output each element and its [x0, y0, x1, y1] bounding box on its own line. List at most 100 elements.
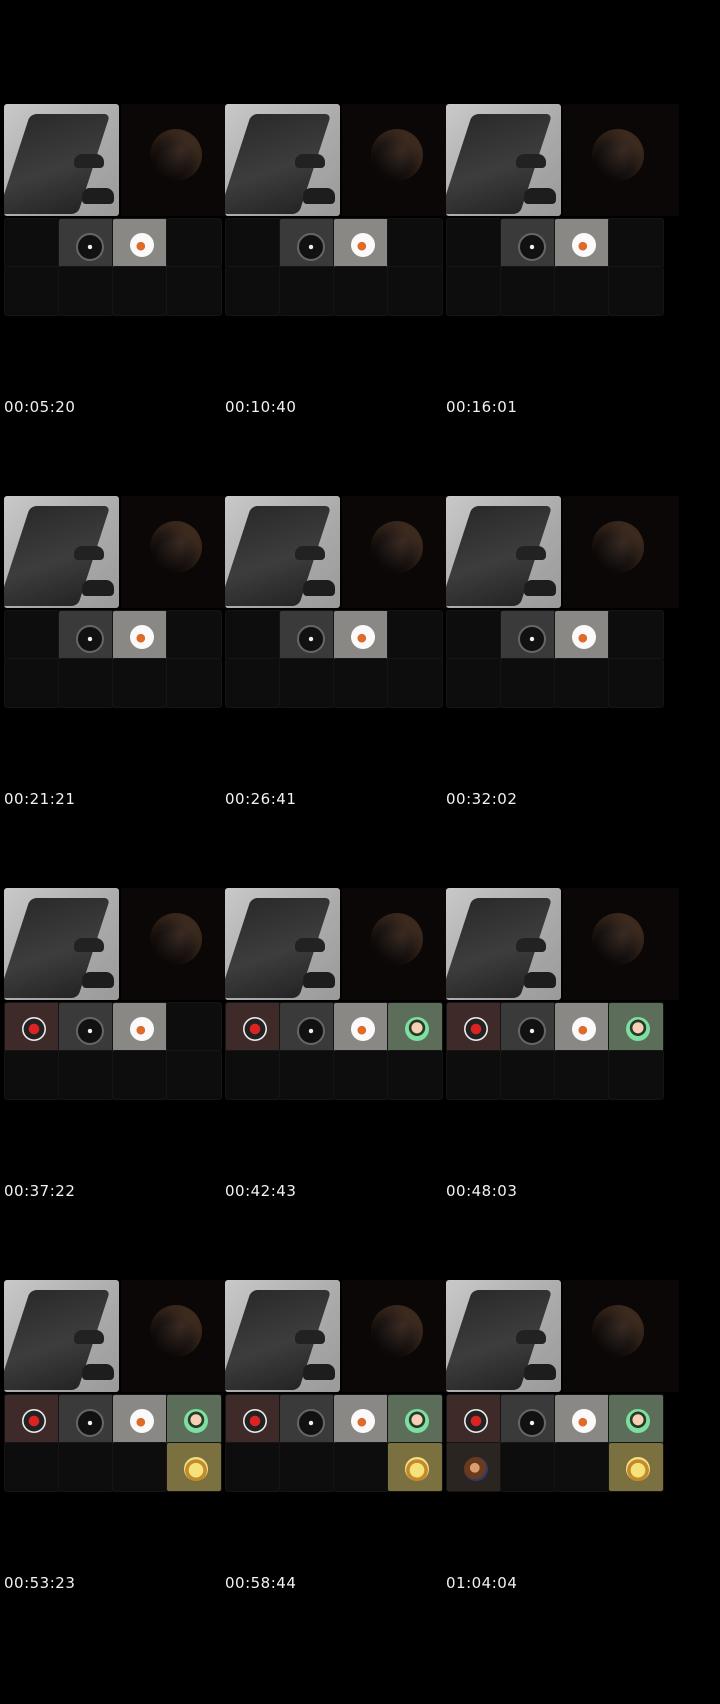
- participant-tile[interactable]: [58, 1002, 114, 1052]
- participant-tile[interactable]: [58, 610, 114, 660]
- frame-timestamp: 00:53:23: [4, 1574, 76, 1592]
- empty-tile: [4, 658, 60, 708]
- participant-tile[interactable]: [279, 1002, 335, 1052]
- disc-avatar-icon: [518, 625, 546, 653]
- empty-tile: [58, 266, 114, 316]
- red-mask-avatar-icon: [22, 1409, 46, 1433]
- participant-tile[interactable]: [333, 1002, 389, 1052]
- empty-tile: [112, 658, 168, 708]
- participant-tile[interactable]: [387, 1442, 443, 1492]
- disc-avatar-icon: [297, 625, 325, 653]
- camera-feed: [4, 496, 119, 608]
- participant-tile[interactable]: [279, 218, 335, 268]
- participant-tile[interactable]: [608, 1394, 664, 1444]
- disc-avatar-icon: [76, 625, 104, 653]
- video-call-frame: 01:04:04: [442, 1176, 682, 1602]
- empty-tile: [608, 266, 664, 316]
- camera-feed: [446, 104, 561, 216]
- empty-tile: [387, 218, 443, 268]
- participant-tile[interactable]: [554, 1002, 610, 1052]
- speaker-avatar-icon: [371, 913, 423, 965]
- participant-tile[interactable]: [554, 610, 610, 660]
- participant-tile[interactable]: [279, 610, 335, 660]
- camera-feed: [225, 104, 340, 216]
- participant-tile[interactable]: [4, 1394, 60, 1444]
- participant-tile[interactable]: [112, 1002, 168, 1052]
- participant-tile[interactable]: [279, 1394, 335, 1444]
- participant-tile[interactable]: [166, 1394, 222, 1444]
- empty-tile: [225, 1050, 281, 1100]
- disc-avatar-icon: [76, 1017, 104, 1045]
- speaker-tile: [342, 496, 458, 608]
- camera-feed: [446, 1280, 561, 1392]
- empty-tile: [446, 610, 502, 660]
- bird-avatar-icon: [572, 1017, 596, 1041]
- participant-tile[interactable]: [500, 218, 556, 268]
- participant-tile[interactable]: [608, 1442, 664, 1492]
- participant-tile[interactable]: [500, 1002, 556, 1052]
- bird-avatar-icon: [572, 625, 596, 649]
- empty-tile: [166, 218, 222, 268]
- video-call-frame: 00:05:20: [0, 0, 240, 426]
- participant-tile[interactable]: [500, 610, 556, 660]
- empty-tile: [279, 658, 335, 708]
- participant-tile[interactable]: [446, 1002, 502, 1052]
- participant-tile[interactable]: [333, 1394, 389, 1444]
- video-call-frame: 00:16:01: [442, 0, 682, 426]
- participant-tile[interactable]: [446, 1442, 502, 1492]
- speaker-tile: [563, 496, 679, 608]
- empty-tile: [333, 266, 389, 316]
- participant-tile[interactable]: [58, 1394, 114, 1444]
- participant-tile[interactable]: [4, 1002, 60, 1052]
- empty-tile: [387, 610, 443, 660]
- video-call-frame: 00:37:22: [0, 784, 240, 1210]
- bird-avatar-icon: [351, 1409, 375, 1433]
- participant-tile[interactable]: [387, 1394, 443, 1444]
- speaker-tile: [342, 888, 458, 1000]
- camera-feed: [225, 496, 340, 608]
- camera-feed: [4, 104, 119, 216]
- participant-tile[interactable]: [333, 218, 389, 268]
- participant-tile[interactable]: [225, 1394, 281, 1444]
- photo-avatar-icon: [464, 1457, 488, 1481]
- participant-tile[interactable]: [387, 1002, 443, 1052]
- empty-tile: [608, 658, 664, 708]
- empty-tile: [58, 1050, 114, 1100]
- participant-tile[interactable]: [112, 218, 168, 268]
- speaker-avatar-icon: [592, 129, 644, 181]
- speaker-avatar-icon: [150, 1305, 202, 1357]
- participant-tile[interactable]: [500, 1394, 556, 1444]
- empty-tile: [446, 266, 502, 316]
- empty-tile: [446, 658, 502, 708]
- red-mask-avatar-icon: [243, 1409, 267, 1433]
- participant-tile[interactable]: [554, 218, 610, 268]
- empty-tile: [166, 266, 222, 316]
- participant-tile[interactable]: [166, 1442, 222, 1492]
- cartoon-person-avatar-icon: [405, 1409, 429, 1433]
- camera-feed: [446, 888, 561, 1000]
- participant-tile[interactable]: [112, 1394, 168, 1444]
- red-mask-avatar-icon: [22, 1017, 46, 1041]
- speaker-avatar-icon: [150, 913, 202, 965]
- empty-tile: [333, 1050, 389, 1100]
- burger-avatar-icon: [184, 1457, 208, 1481]
- empty-tile: [225, 1442, 281, 1492]
- empty-tile: [500, 1442, 556, 1492]
- disc-avatar-icon: [297, 1017, 325, 1045]
- participant-tile[interactable]: [446, 1394, 502, 1444]
- bird-avatar-icon: [572, 1409, 596, 1433]
- empty-tile: [166, 658, 222, 708]
- burger-avatar-icon: [405, 1457, 429, 1481]
- speaker-tile: [563, 104, 679, 216]
- participant-tile[interactable]: [225, 1002, 281, 1052]
- participant-tile[interactable]: [608, 1002, 664, 1052]
- disc-avatar-icon: [76, 1409, 104, 1437]
- cartoon-person-avatar-icon: [626, 1017, 650, 1041]
- participant-tile[interactable]: [333, 610, 389, 660]
- cartoon-person-avatar-icon: [626, 1409, 650, 1433]
- participant-tile[interactable]: [58, 218, 114, 268]
- participant-tile[interactable]: [112, 610, 168, 660]
- participant-tile[interactable]: [554, 1394, 610, 1444]
- video-call-frame: 00:32:02: [442, 392, 682, 818]
- bird-avatar-icon: [130, 233, 154, 257]
